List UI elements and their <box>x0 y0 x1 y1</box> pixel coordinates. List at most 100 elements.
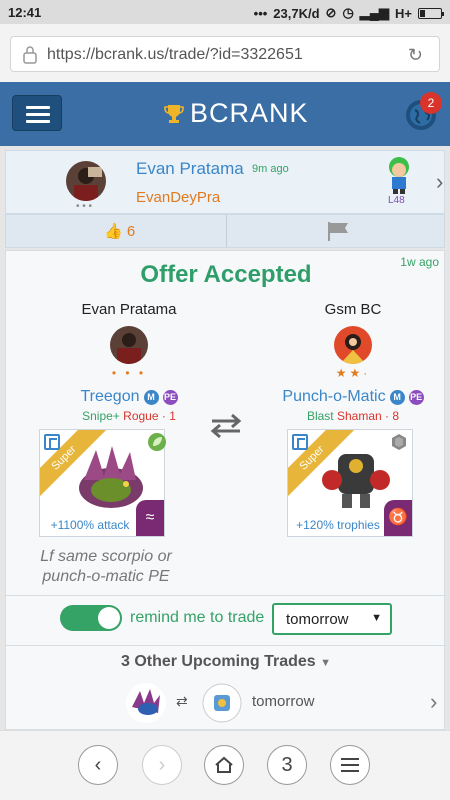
epic-icon <box>292 434 308 450</box>
like-button[interactable]: 👍 6 <box>104 222 135 240</box>
pe-badge: PE <box>162 389 178 405</box>
remind-when-value: tomorrow <box>286 611 349 628</box>
right-trader-name[interactable]: Gsm BC <box>268 301 438 318</box>
upcoming-trades-title: 3 Other Upcoming Trades <box>120 653 316 670</box>
left-level: · 1 <box>161 409 176 423</box>
offer-card: 1w ago Offer Accepted Evan Pratama • • •… <box>5 250 446 730</box>
address-field[interactable]: https://bcrank.us/trade/?id=3322651 ↻ <box>10 36 440 72</box>
swap-arrows-icon: ⇄ <box>176 693 188 709</box>
epic-icon <box>44 434 60 450</box>
right-rank-stars: ★★· <box>335 366 371 380</box>
zodiac-taurus-icon: ♉ <box>384 500 412 536</box>
right-level: · 8 <box>385 409 400 423</box>
left-trader-avatar[interactable] <box>110 326 148 364</box>
left-offer-column: Evan Pratama • • • Treegon M PE Snipe+ R… <box>44 301 214 423</box>
left-monster-name[interactable]: Treegon <box>81 388 140 406</box>
right-monster-traits: Blast Shaman · 8 <box>268 409 438 423</box>
app-header: BCRANK <box>0 82 450 146</box>
signal-icon: ▂▄▆ <box>359 5 390 20</box>
divider <box>226 215 227 247</box>
url-text: https://bcrank.us/trade/?id=3322651 <box>47 46 303 63</box>
lock-icon <box>23 46 37 64</box>
upcoming-trades-header[interactable]: 3 Other Upcoming Trades ▼ <box>6 653 446 671</box>
remind-toggle[interactable] <box>60 605 122 631</box>
alarm-icon: ◷ <box>342 5 354 20</box>
browser-bottom-nav: ‹ › 3 <box>0 730 450 800</box>
hamburger-icon <box>341 758 359 772</box>
back-button[interactable]: ‹ <box>78 745 118 785</box>
brand-name: BCRANK <box>190 98 309 128</box>
right-role: Shaman <box>336 409 382 423</box>
divider <box>6 595 446 596</box>
left-monster-name-row: Treegon M PE <box>44 388 214 406</box>
menu-button[interactable] <box>330 745 370 785</box>
network-speed: 23,7K/d <box>273 5 320 21</box>
thumbs-up-icon: 👍 <box>104 223 123 240</box>
status-time: 12:41 <box>8 5 42 20</box>
tabs-button[interactable]: 3 <box>267 745 307 785</box>
upcoming-monster-image <box>202 683 242 723</box>
reload-icon[interactable]: ↻ <box>408 45 423 66</box>
upcoming-trade-row[interactable]: ⇄ tomorrow › <box>6 681 446 725</box>
chevron-right-icon[interactable]: › <box>436 169 443 195</box>
right-monster-name[interactable]: Punch-o-Matic <box>282 388 385 406</box>
right-monster-name-row: Punch-o-Matic M PE <box>268 388 438 406</box>
trader-level: L48 <box>388 195 405 206</box>
mythic-badge: M <box>143 389 159 405</box>
forward-button[interactable]: › <box>142 745 182 785</box>
chevron-right-icon: › <box>158 754 166 776</box>
divider <box>6 645 446 646</box>
trade-actions: 👍 6 <box>5 214 445 248</box>
avatar[interactable] <box>66 161 106 201</box>
left-trader-name[interactable]: Evan Pratama <box>44 301 214 318</box>
browser-url-bar: https://bcrank.us/trade/?id=3322651 ↻ <box>0 24 450 82</box>
upcoming-trade-when: tomorrow <box>252 693 315 710</box>
battery-icon <box>418 7 444 19</box>
left-trait: Snipe+ <box>82 409 120 423</box>
pe-badge: PE <box>408 389 424 405</box>
status-icons: ••• 23,7K/d ⊘ ◷ ▂▄▆ H+ <box>253 5 444 21</box>
reminder-row: remind me to trade tomorrow ▼ <box>6 601 446 635</box>
left-rank-dots: • • • <box>111 366 147 380</box>
swap-arrows-icon <box>210 413 242 439</box>
flag-icon[interactable] <box>326 221 350 241</box>
remind-when-select[interactable]: tomorrow ▼ <box>272 603 392 635</box>
left-monster-traits: Snipe+ Rogue · 1 <box>44 409 214 423</box>
left-monster-card[interactable]: Super +1100% attack ≈ <box>39 429 165 537</box>
left-role: Rogue <box>123 409 159 423</box>
mythic-badge: M <box>389 389 405 405</box>
offer-status-title: Offer Accepted <box>140 261 312 288</box>
brand-logo[interactable]: BCRANK <box>164 98 309 129</box>
right-trader-avatar[interactable] <box>334 326 372 364</box>
status-bar: 12:41 ••• 23,7K/d ⊘ ◷ ▂▄▆ H+ <box>0 0 450 24</box>
time-ago: 9m ago <box>252 163 289 175</box>
upcoming-monster-image <box>126 683 166 723</box>
right-offer-column: Gsm BC ★★· Punch-o-Matic M PE Blast Sham… <box>268 301 438 423</box>
trader-card[interactable]: • • • Evan Pratama 9m ago EvanDeyPra L48… <box>5 150 445 214</box>
status-dots: ••• <box>253 5 268 21</box>
character-icon <box>389 157 409 194</box>
leaf-icon <box>148 433 166 451</box>
toggle-knob <box>98 607 120 629</box>
right-monster-stat: +120% trophies <box>296 518 380 532</box>
rank-dots: • • • <box>76 201 93 212</box>
notification-badge[interactable]: 2 <box>420 92 442 114</box>
trader-handle[interactable]: EvanDeyPra <box>136 189 220 206</box>
left-monster-stat: +1100% attack <box>50 518 130 532</box>
chevron-right-icon[interactable]: › <box>430 689 437 715</box>
right-trait: Blast <box>306 409 334 423</box>
network-type: H+ <box>395 5 412 21</box>
zodiac-aquarius-icon: ≈ <box>136 500 164 536</box>
mute-icon: ⊘ <box>325 5 337 20</box>
chevron-left-icon: ‹ <box>94 754 102 776</box>
menu-button[interactable] <box>12 95 62 131</box>
caret-down-icon: ▼ <box>371 612 382 624</box>
home-icon <box>215 756 233 773</box>
trader-name[interactable]: Evan Pratama <box>136 159 244 179</box>
like-count: 6 <box>126 223 136 240</box>
metal-icon <box>392 434 406 450</box>
offer-note: Lf same scorpio or punch-o-matic PE <box>40 548 172 585</box>
home-button[interactable] <box>204 745 244 785</box>
trophy-icon <box>164 104 184 123</box>
caret-down-icon: ▼ <box>320 657 332 669</box>
